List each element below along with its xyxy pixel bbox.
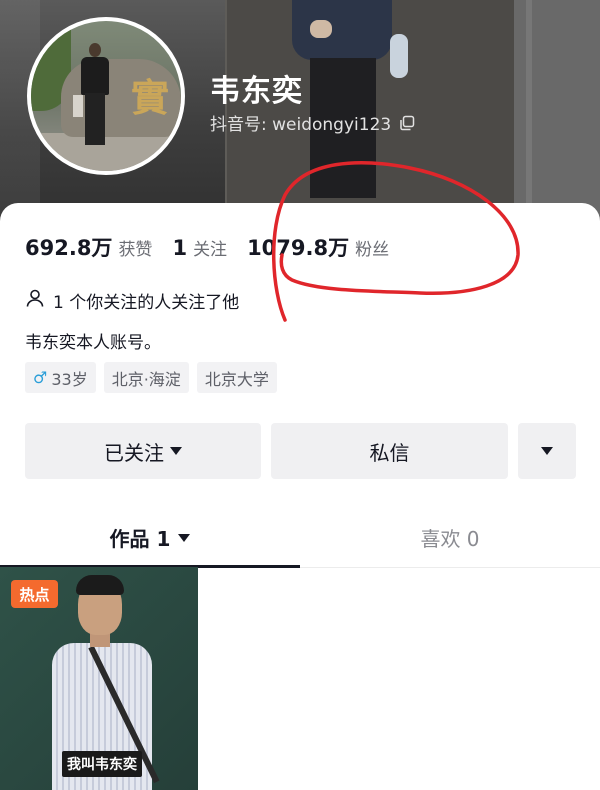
age-text: 33岁 bbox=[51, 369, 88, 389]
caret-down-icon bbox=[541, 447, 553, 455]
following-label: 关注 bbox=[193, 240, 228, 260]
douyin-id[interactable]: 抖音号: weidongyi123 bbox=[210, 110, 415, 135]
more-options-button[interactable] bbox=[518, 423, 576, 479]
mutual-follow-text: 1 个你关注的人关注了他 bbox=[53, 293, 240, 313]
action-buttons: 已关注 私信 bbox=[25, 423, 576, 479]
male-icon: ♂ bbox=[33, 368, 48, 387]
douyin-id-text: 抖音号: weidongyi123 bbox=[210, 115, 392, 135]
mutual-follow-info[interactable]: 1 个你关注的人关注了他 bbox=[25, 288, 239, 313]
tag-age: ♂ 33岁 bbox=[25, 362, 96, 393]
tab-works-label: 作品 1 bbox=[109, 527, 171, 551]
likes-label: 获赞 bbox=[118, 240, 153, 260]
followed-button[interactable]: 已关注 bbox=[25, 423, 261, 479]
caret-down-icon bbox=[170, 447, 182, 455]
hot-badge: 热点 bbox=[11, 580, 58, 608]
rock-engraving: 實 bbox=[131, 75, 170, 120]
tab-works[interactable]: 作品 1 bbox=[0, 508, 300, 568]
video-caption: 我叫韦东奕 bbox=[62, 751, 142, 777]
followers-count: 1079.8万 bbox=[247, 236, 350, 260]
stat-followers[interactable]: 1079.8万 粉丝 bbox=[247, 232, 389, 262]
person-icon bbox=[25, 288, 45, 313]
tag-location[interactable]: 北京·海淀 bbox=[103, 362, 189, 393]
caret-down-icon bbox=[178, 533, 191, 542]
followed-label: 已关注 bbox=[104, 440, 164, 465]
profile-name: 韦东奕 bbox=[210, 74, 303, 109]
stat-likes[interactable]: 692.8万 获赞 bbox=[25, 232, 152, 262]
profile-bio: 韦东奕本人账号。 bbox=[25, 333, 161, 353]
content-tabs: 作品 1 喜欢 0 bbox=[0, 508, 600, 568]
profile-tags: ♂ 33岁 北京·海淀 北京大学 bbox=[25, 362, 277, 393]
avatar[interactable]: 實 bbox=[27, 17, 185, 175]
message-button[interactable]: 私信 bbox=[271, 423, 508, 479]
likes-count: 692.8万 bbox=[25, 236, 113, 260]
tab-likes[interactable]: 喜欢 0 bbox=[300, 508, 600, 567]
tag-school[interactable]: 北京大学 bbox=[196, 362, 277, 393]
copy-icon[interactable] bbox=[399, 115, 415, 131]
video-thumbnail[interactable]: 热点 我叫韦东奕 bbox=[0, 567, 198, 790]
following-count: 1 bbox=[172, 236, 188, 260]
followers-label: 粉丝 bbox=[355, 240, 390, 260]
profile-stats: 692.8万 获赞 1 关注 1079.8万 粉丝 bbox=[25, 232, 409, 262]
stat-following[interactable]: 1 关注 bbox=[172, 235, 227, 260]
